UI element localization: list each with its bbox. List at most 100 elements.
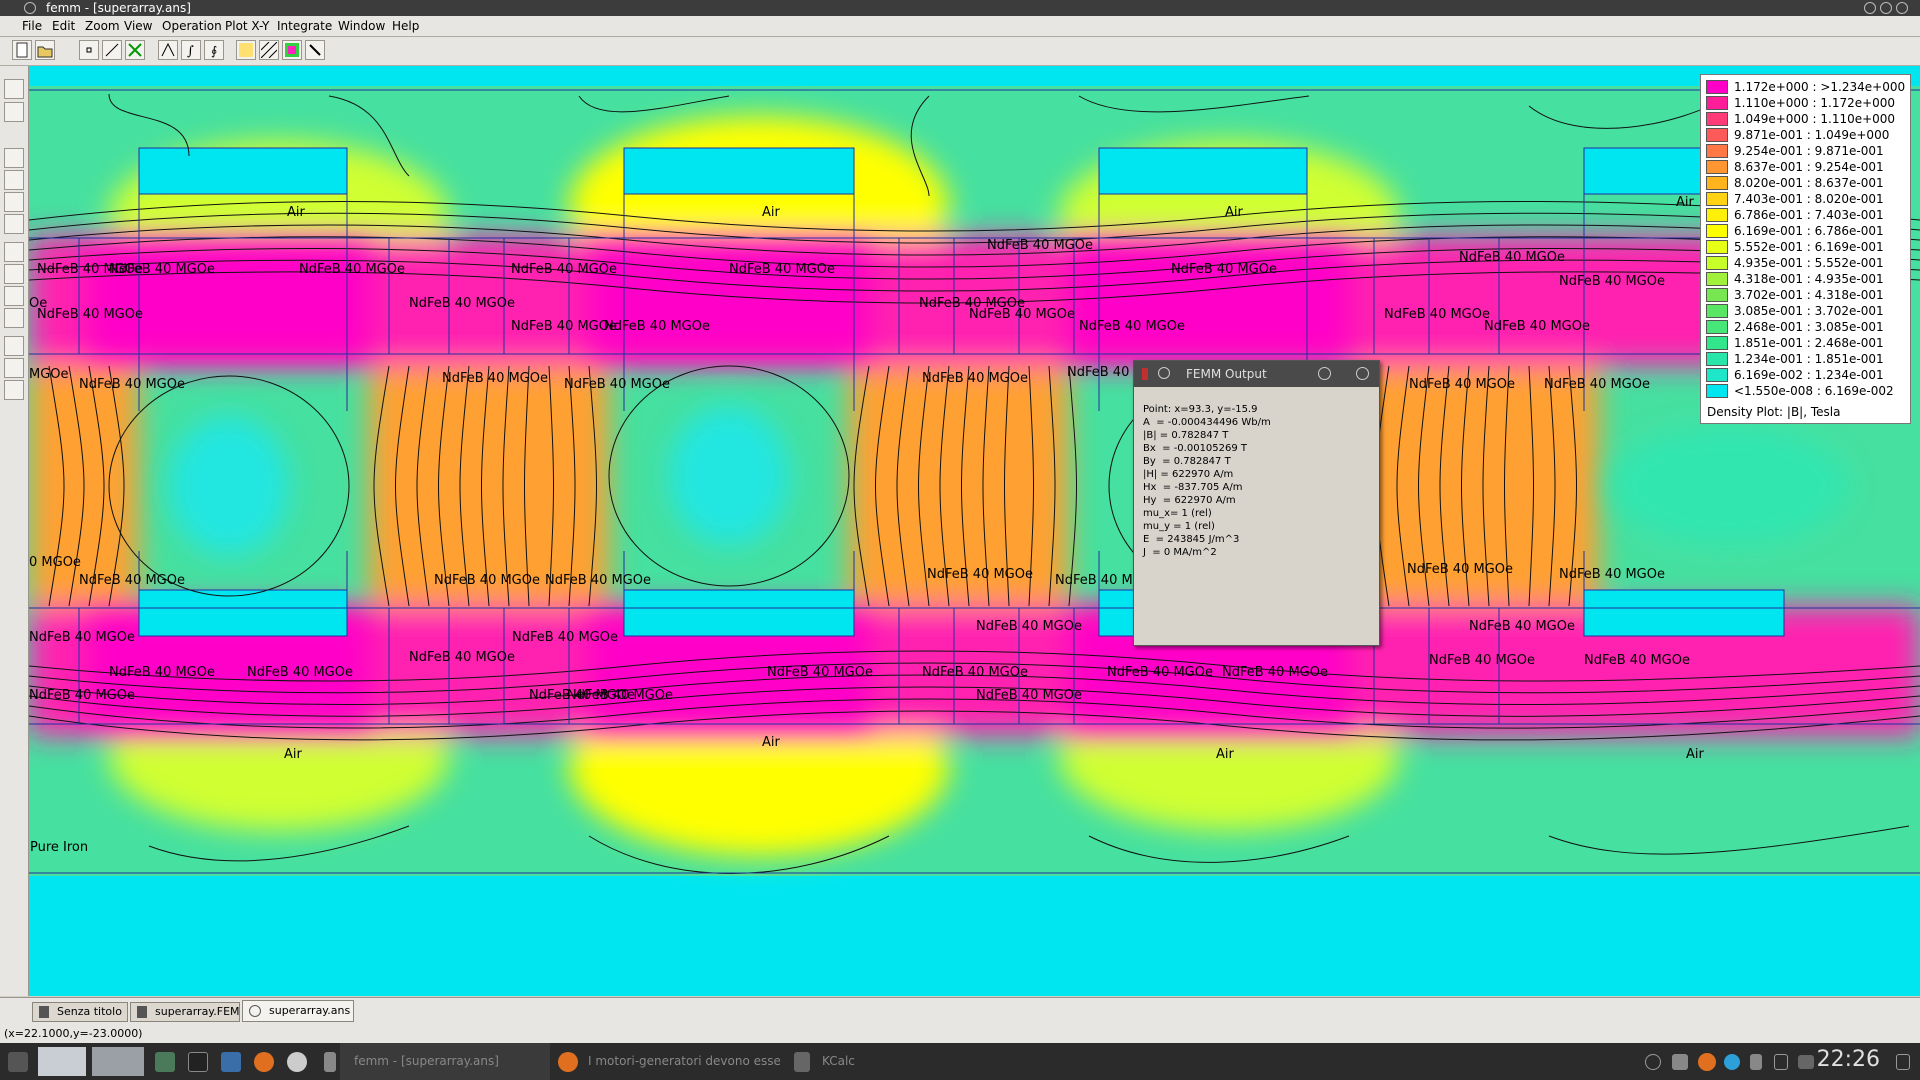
task-browser[interactable]: I motori-generatori devono essere (588, 1043, 780, 1080)
firefox-tray-icon[interactable] (1698, 1053, 1716, 1071)
edit-settings-icon[interactable] (4, 102, 24, 122)
magnet-label: NdFeB 40 MGOe (1544, 377, 1650, 392)
network-icon[interactable] (1798, 1055, 1814, 1069)
magnet-label: NdFeB 40 MGOe (247, 665, 353, 680)
window-titlebar[interactable]: femm - [superarray.ans] (0, 0, 1920, 16)
pin-icon[interactable] (1142, 368, 1148, 380)
pan-up-icon[interactable] (4, 242, 24, 262)
firefox-task-icon (558, 1052, 578, 1072)
integral-icon[interactable]: ∫ (181, 40, 201, 60)
task-femm[interactable]: femm - [superarray.ans] (340, 1043, 550, 1080)
volume-icon[interactable] (1672, 1054, 1688, 1070)
legend-row: 6.786e-001 : 7.403e-001 (1706, 207, 1906, 223)
minimize-window-icon[interactable] (1864, 2, 1876, 14)
maximize-window-icon[interactable] (1880, 2, 1892, 14)
femm-task-icon (324, 1052, 336, 1072)
snap-grid-icon[interactable] (4, 358, 24, 378)
window-menu-icon[interactable] (1158, 367, 1170, 379)
desktop-pager-2[interactable] (92, 1047, 144, 1076)
menu-integrate[interactable]: Integrate (277, 19, 332, 33)
open-file-icon[interactable] (35, 40, 55, 60)
magnet-label: NdFeB 40 MGOe (29, 630, 135, 645)
density-plot-canvas[interactable]: Air Air Air Air Air Air Air Air NdFeB 40… (29, 66, 1920, 996)
show-mesh-icon[interactable] (236, 40, 256, 60)
start-menu-icon[interactable] (8, 1052, 28, 1072)
pan-left-icon[interactable] (4, 286, 24, 306)
output-line: mu_x= 1 (rel) (1143, 508, 1212, 519)
clock[interactable]: 22:26 (1817, 1047, 1880, 1072)
window-title: femm - [superarray.ans] (46, 1, 191, 15)
telegram-icon[interactable] (1724, 1054, 1740, 1070)
magnet-label: NdFeB 40 MGOe (1429, 653, 1535, 668)
menu-operation[interactable]: Operation (162, 19, 222, 33)
magnet-label: NdFeB 40 MGOe (922, 665, 1028, 680)
tab-superarray-fem[interactable]: superarray.FEM (130, 1002, 240, 1022)
mail-icon[interactable] (221, 1052, 241, 1072)
menu-help[interactable]: Help (392, 19, 419, 33)
menu-file[interactable]: File (22, 19, 42, 33)
show-desktop-icon[interactable] (1896, 1054, 1910, 1070)
contour-plot-icon[interactable] (158, 40, 178, 60)
segment-tool-icon[interactable] (102, 40, 122, 60)
magnet-label: NdFeB 40 MGOe (976, 688, 1082, 703)
legend-swatch (1706, 320, 1728, 334)
magnet-label: NdFeB 40 MGOe (1559, 274, 1665, 289)
line-integral-icon[interactable]: ∮ (204, 40, 224, 60)
menu-bar: File Edit Zoom View Operation Plot X-Y I… (0, 16, 1920, 37)
legend-swatch (1706, 144, 1728, 158)
magnet-label: NdFeB 40 (1067, 365, 1129, 380)
media-icon[interactable] (1645, 1054, 1661, 1070)
menu-zoom[interactable]: Zoom (85, 19, 120, 33)
zoom-window-icon[interactable] (4, 214, 24, 234)
minimize-icon[interactable] (1318, 367, 1331, 380)
zoom-in-icon[interactable] (4, 148, 24, 168)
magnet-label: NdFeB 40 MGOe (1484, 319, 1590, 334)
tab-superarray-ans[interactable]: superarray.ans (242, 1000, 354, 1022)
legend-row: 3.702e-001 : 4.318e-001 (1706, 287, 1906, 303)
legend-row: 7.403e-001 : 8.020e-001 (1706, 191, 1906, 207)
task-kcalc[interactable]: KCalc (822, 1043, 855, 1080)
block-tool-icon[interactable] (125, 40, 145, 60)
desktop-pager-1[interactable] (38, 1047, 86, 1076)
terminal-icon[interactable] (188, 1052, 208, 1072)
magnet-label: NdFeB 40 MGOe (1107, 665, 1213, 680)
menu-view[interactable]: View (124, 19, 152, 33)
close-window-icon[interactable] (1896, 2, 1908, 14)
clipboard-icon[interactable] (1774, 1054, 1788, 1070)
output-line: |B| = 0.782847 T (1143, 430, 1229, 441)
vector-plot-icon[interactable] (305, 40, 325, 60)
legend-row: 9.871e-001 : 1.049e+000 (1706, 127, 1906, 143)
pan-right-icon[interactable] (4, 308, 24, 328)
air-label: Air (1225, 205, 1244, 220)
hatch-icon[interactable] (259, 40, 279, 60)
grid-size-icon[interactable] (4, 380, 24, 400)
air-label: Air (1676, 195, 1695, 210)
magnet-label: NdFeB 40 MGOe (767, 665, 873, 680)
zoom-natural-icon[interactable] (4, 192, 24, 212)
menu-edit[interactable]: Edit (52, 19, 75, 33)
zoom-out-icon[interactable] (4, 170, 24, 190)
new-file-icon[interactable] (12, 40, 32, 60)
pan-down-icon[interactable] (4, 264, 24, 284)
user-icon[interactable] (1750, 1054, 1762, 1070)
legend-swatch (1706, 112, 1728, 126)
settings-icon[interactable] (287, 1052, 307, 1072)
menu-window[interactable]: Window (338, 19, 385, 33)
magnet-label: NdFeB 40 MGOe (976, 619, 1082, 634)
close-icon[interactable] (1356, 367, 1369, 380)
air-label: Air (287, 205, 306, 220)
output-titlebar[interactable]: FEMM Output (1134, 361, 1379, 387)
magnet-label: NdFeB 40 MGOe (109, 665, 215, 680)
firefox-icon[interactable] (254, 1052, 274, 1072)
output-line: Bx = -0.00105269 T (1143, 443, 1248, 454)
point-tool-icon[interactable] (79, 40, 99, 60)
image-viewer-icon[interactable] (155, 1052, 175, 1072)
menu-plot-xy[interactable]: Plot X-Y (225, 19, 269, 33)
display-settings-icon[interactable] (4, 79, 24, 99)
legend-row: 1.851e-001 : 2.468e-001 (1706, 335, 1906, 351)
legend-swatch (1706, 336, 1728, 350)
femm-output-window[interactable]: FEMM Output Point: x=93.3, y=-15.9 A = -… (1133, 360, 1380, 646)
density-plot-icon[interactable] (282, 40, 302, 60)
grid-icon[interactable] (4, 336, 24, 356)
tab-senza-titolo[interactable]: Senza titolo (32, 1002, 128, 1022)
